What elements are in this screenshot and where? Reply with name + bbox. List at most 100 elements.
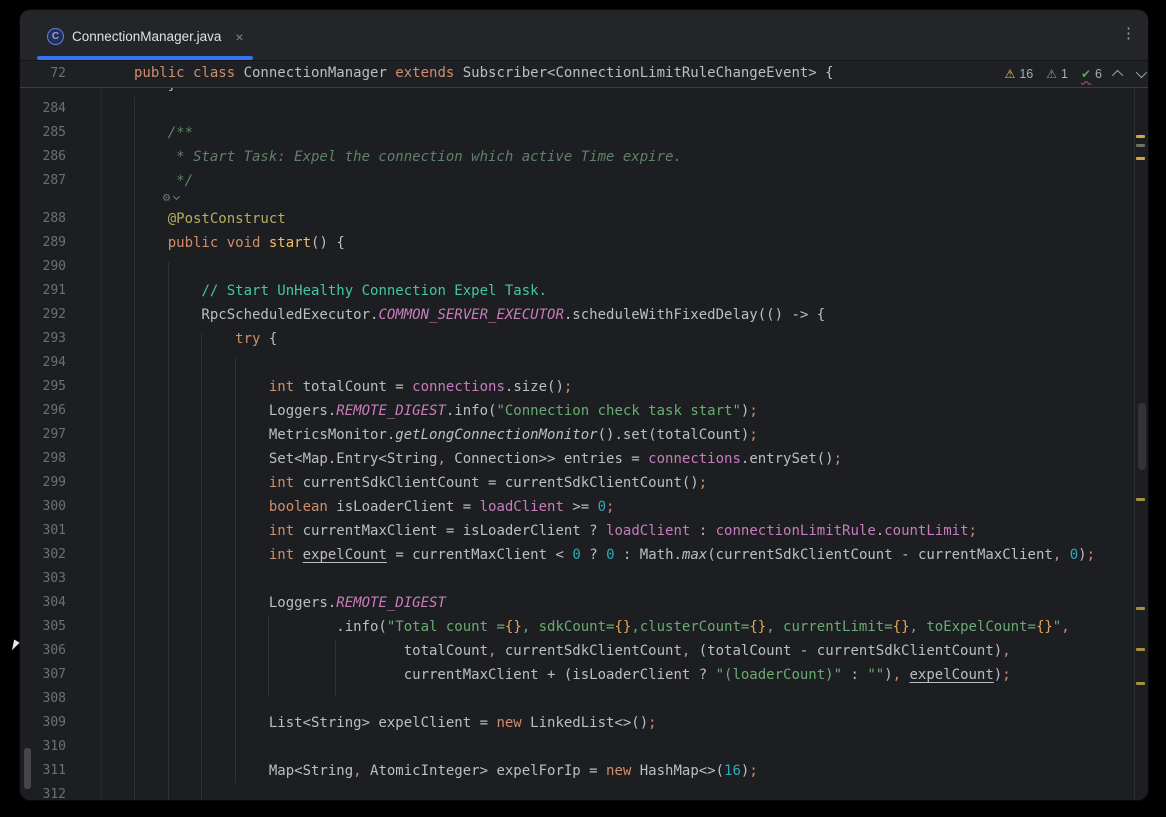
tool-window-stripe-handle[interactable]: [24, 748, 31, 789]
warnings-count-item[interactable]: ⚠ 16: [1005, 67, 1034, 81]
code-line[interactable]: 310: [20, 735, 1134, 759]
line-number[interactable]: 292: [20, 303, 66, 327]
line-number[interactable]: 301: [20, 519, 66, 543]
chevron-down-icon[interactable]: [1136, 66, 1147, 77]
code-editor[interactable]: 283 }284285 /**286 * Start Task: Expel t…: [20, 73, 1134, 800]
code-line[interactable]: 306 totalCount, currentSdkClientCount, (…: [20, 639, 1134, 663]
code-token: connections: [648, 451, 741, 467]
code-line[interactable]: 289 public void start() {: [20, 231, 1134, 255]
line-number[interactable]: 299: [20, 471, 66, 495]
weak-warnings-count-item[interactable]: ⚠ 1: [1046, 67, 1068, 81]
code-line[interactable]: 305 .info("Total count ={}, sdkCount={},…: [20, 615, 1134, 639]
code-line[interactable]: 312: [20, 783, 1134, 800]
line-number[interactable]: 308: [20, 687, 66, 711]
code-line[interactable]: 307 currentMaxClient + (isLoaderClient ?…: [20, 663, 1134, 687]
code-token: int: [269, 523, 294, 539]
line-number[interactable]: 288: [20, 207, 66, 231]
code-line[interactable]: 284: [20, 97, 1134, 121]
sticky-header-line[interactable]: 72 public class ConnectionManager extend…: [20, 60, 1148, 88]
code-line[interactable]: 297 MetricsMonitor.getLongConnectionMoni…: [20, 423, 1134, 447]
scrollbar-thumb[interactable]: [1138, 403, 1146, 470]
resolved-count-item[interactable]: ✔ 6: [1081, 67, 1102, 81]
code-token: expelCount: [303, 547, 387, 563]
line-number[interactable]: 290: [20, 255, 66, 279]
code-line[interactable]: 295 int totalCount = connections.size();: [20, 375, 1134, 399]
line-number[interactable]: 303: [20, 567, 66, 591]
chevron-down-icon: [173, 193, 180, 200]
code-line[interactable]: 291 // Start UnHealthy Connection Expel …: [20, 279, 1134, 303]
line-number[interactable]: 307: [20, 663, 66, 687]
line-number[interactable]: 298: [20, 447, 66, 471]
error-stripe-mark[interactable]: [1136, 682, 1145, 685]
code-line[interactable]: 302 int expelCount = currentMaxClient < …: [20, 543, 1134, 567]
code-token: 0: [606, 547, 614, 563]
line-number[interactable]: 293: [20, 327, 66, 351]
code-line[interactable]: 294: [20, 351, 1134, 375]
code-token: , currentLimit=: [766, 619, 892, 635]
error-stripe-mark[interactable]: [1136, 135, 1145, 138]
error-stripe[interactable]: [1134, 60, 1135, 800]
code-line-text: MetricsMonitor.getLongConnectionMonitor(…: [134, 423, 758, 447]
line-number[interactable]: 285: [20, 121, 66, 145]
code-line[interactable]: 288 @PostConstruct: [20, 207, 1134, 231]
code-line[interactable]: 299 int currentSdkClientCount = currentS…: [20, 471, 1134, 495]
code-token: .info(: [446, 403, 497, 419]
code-token: currentMaxClient + (isLoaderClient ?: [134, 667, 716, 683]
line-number[interactable]: 294: [20, 351, 66, 375]
line-number[interactable]: 295: [20, 375, 66, 399]
line-number[interactable]: 302: [20, 543, 66, 567]
line-number[interactable]: 289: [20, 231, 66, 255]
error-stripe-mark[interactable]: [1136, 648, 1145, 651]
line-number[interactable]: 291: [20, 279, 66, 303]
inspections-widget[interactable]: ⚠ 16 ⚠ 1 ✔ 6: [1005, 60, 1144, 87]
code-token: {}: [1036, 619, 1053, 635]
line-number[interactable]: 297: [20, 423, 66, 447]
line-number[interactable]: 305: [20, 615, 66, 639]
line-number[interactable]: 287: [20, 169, 66, 193]
intention-gear-icon[interactable]: ⚙: [162, 192, 179, 206]
code-line-text: */: [134, 169, 193, 193]
error-stripe-mark[interactable]: [1136, 498, 1145, 501]
code-line[interactable]: 287 */: [20, 169, 1134, 193]
line-number[interactable]: 304: [20, 591, 66, 615]
code-token: 0: [598, 499, 606, 515]
code-token: [901, 667, 909, 683]
code-line[interactable]: 293 try {: [20, 327, 1134, 351]
sticky-code-text: public class ConnectionManager extends S…: [134, 60, 834, 87]
code-line[interactable]: 303: [20, 567, 1134, 591]
code-line[interactable]: 286 * Start Task: Expel the connection w…: [20, 145, 1134, 169]
code-line[interactable]: 311 Map<String, AtomicInteger> expelForI…: [20, 759, 1134, 783]
code-line-text: try {: [134, 327, 277, 351]
code-token: @PostConstruct: [168, 211, 286, 227]
more-options-icon[interactable]: ⋮: [1121, 26, 1136, 41]
code-token: >=: [564, 499, 598, 515]
line-number[interactable]: 284: [20, 97, 66, 121]
code-token: */: [134, 173, 193, 189]
line-number[interactable]: 296: [20, 399, 66, 423]
code-token: max: [682, 547, 707, 563]
code-line[interactable]: 285 /**: [20, 121, 1134, 145]
code-line[interactable]: 304 Loggers.REMOTE_DIGEST: [20, 591, 1134, 615]
error-stripe-mark[interactable]: [1136, 607, 1145, 610]
code-line[interactable]: 301 int currentMaxClient = isLoaderClien…: [20, 519, 1134, 543]
code-line[interactable]: 298 Set<Map.Entry<String, Connection>> e…: [20, 447, 1134, 471]
code-line[interactable]: 300 boolean isLoaderClient = loadClient …: [20, 495, 1134, 519]
code-token: [294, 547, 302, 563]
tab-connectionmanager-java[interactable]: C ConnectionManager.java ×: [37, 17, 254, 56]
code-line-text: int expelCount = currentMaxClient < 0 ? …: [134, 543, 1095, 567]
code-token: totalCount: [134, 643, 488, 659]
code-line-text: public void start() {: [134, 231, 345, 255]
chevron-up-icon[interactable]: [1112, 69, 1123, 80]
code-line[interactable]: 292 RpcScheduledExecutor.COMMON_SERVER_E…: [20, 303, 1134, 327]
line-number[interactable]: 309: [20, 711, 66, 735]
close-icon[interactable]: ×: [235, 30, 243, 44]
code-line[interactable]: 290: [20, 255, 1134, 279]
line-number[interactable]: 306: [20, 639, 66, 663]
code-line[interactable]: 309 List<String> expelClient = new Linke…: [20, 711, 1134, 735]
error-stripe-mark[interactable]: [1136, 144, 1145, 147]
line-number[interactable]: 300: [20, 495, 66, 519]
line-number[interactable]: 286: [20, 145, 66, 169]
code-line[interactable]: 308: [20, 687, 1134, 711]
code-line[interactable]: 296 Loggers.REMOTE_DIGEST.info("Connecti…: [20, 399, 1134, 423]
error-stripe-mark[interactable]: [1136, 157, 1145, 160]
